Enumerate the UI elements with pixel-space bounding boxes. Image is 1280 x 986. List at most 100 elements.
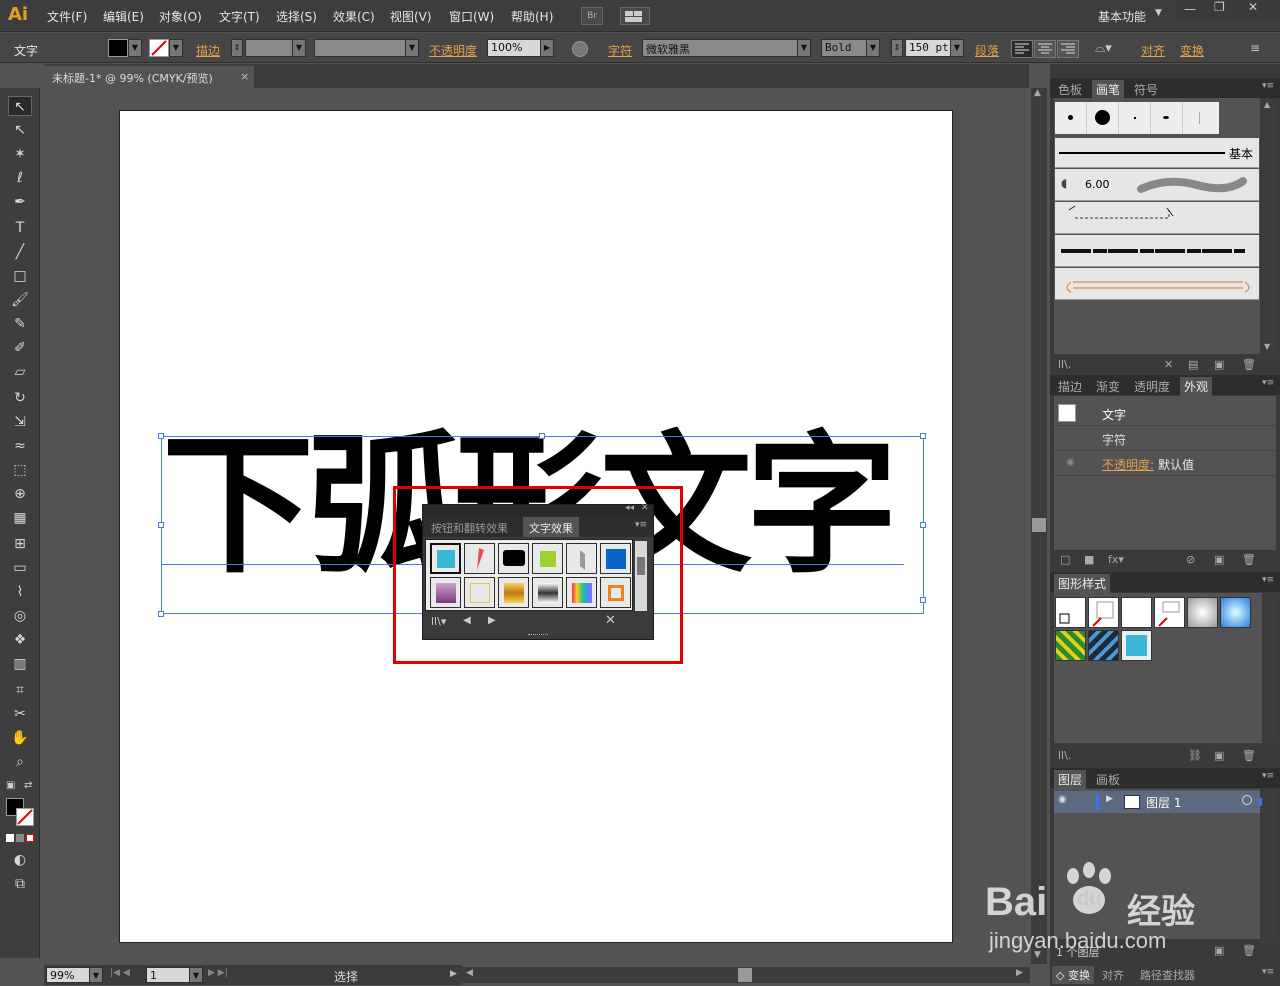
arrange-documents-button[interactable] <box>620 7 650 25</box>
align-right-button[interactable] <box>1057 40 1079 58</box>
scroll-left-icon[interactable]: ◀ <box>466 968 473 978</box>
close-tab-icon[interactable]: × <box>240 70 249 83</box>
resize-handle[interactable] <box>158 611 164 617</box>
color-mode-icon[interactable] <box>6 834 14 842</box>
paintbrush-tool-icon[interactable]: 🖌 <box>8 290 32 310</box>
appearance-character[interactable]: 字符 <box>1102 431 1126 448</box>
fx-icon[interactable]: fx▾ <box>1108 553 1124 566</box>
visibility-eye-icon[interactable]: ◉ <box>1058 794 1067 805</box>
panel-menu-icon[interactable]: ≡ <box>1250 41 1260 55</box>
brush-dot[interactable] <box>1183 102 1215 134</box>
eraser-tool-icon[interactable]: ▱ <box>8 362 32 382</box>
stroke-weight-stepper[interactable]: ⇕ <box>231 39 243 57</box>
brush-library-icon[interactable]: ll\. <box>1058 358 1071 371</box>
line-tool-icon[interactable]: ╱ <box>8 242 32 262</box>
stroke-weight-dropdown[interactable]: ▼ <box>292 39 306 57</box>
tab-align[interactable]: 对齐 <box>1098 966 1128 984</box>
delete-item-icon[interactable]: 🗑 <box>1242 553 1256 566</box>
character-label[interactable]: 字符 <box>608 42 632 59</box>
draw-mode-icon[interactable]: ◐ <box>8 850 32 870</box>
horizontal-scrollbar[interactable]: ◀ ▶ <box>462 967 1030 983</box>
align-panel-label[interactable]: 对齐 <box>1141 42 1165 59</box>
first-artboard-icon[interactable]: |◀ ◀ <box>110 968 130 978</box>
resize-handle[interactable] <box>920 597 926 603</box>
menu-item-4[interactable]: 选择(S) <box>276 8 317 25</box>
style-library-icon[interactable]: ll\. <box>1058 749 1071 762</box>
lasso-tool-icon[interactable]: ℓ <box>8 168 32 188</box>
delete-brush-icon[interactable]: 🗑 <box>1242 358 1256 371</box>
close-button[interactable]: ✕ <box>1248 0 1258 14</box>
swap-colors-icon[interactable]: ⇄ <box>24 780 32 791</box>
symbol-sprayer-tool-icon[interactable]: ❖ <box>8 630 32 650</box>
screen-mode-icon[interactable]: ⧉ <box>8 874 32 894</box>
brush-ornament[interactable] <box>1055 268 1259 300</box>
font-size-dropdown[interactable]: ▼ <box>950 39 964 57</box>
resize-handle[interactable] <box>920 522 926 528</box>
scroll-up-icon[interactable]: ▲ <box>1034 88 1041 98</box>
menu-item-6[interactable]: 视图(V) <box>390 8 432 25</box>
target-icon[interactable] <box>1242 795 1252 805</box>
mesh-tool-icon[interactable]: ⊞ <box>8 534 32 554</box>
profile-dropdown[interactable]: ▼ <box>405 39 419 57</box>
layer-row[interactable]: ◉ ▶ 图层 1 <box>1054 791 1260 813</box>
paragraph-label[interactable]: 段落 <box>975 42 999 59</box>
graphic-style-swatch[interactable] <box>1055 597 1086 628</box>
gradient-tool-icon[interactable]: ▭ <box>8 558 32 578</box>
width-tool-icon[interactable]: ≈ <box>8 436 32 456</box>
panel-menu-icon[interactable]: ▾≡ <box>1262 575 1274 585</box>
document-tab[interactable]: 未标题-1* @ 99% (CMYK/预览) × <box>44 66 254 88</box>
eyedropper-tool-icon[interactable]: ⌇ <box>8 582 32 602</box>
graphic-style-swatch[interactable] <box>1055 630 1086 661</box>
delete-style-icon[interactable]: 🗑 <box>1242 749 1256 762</box>
options-icon[interactable]: ▤ <box>1188 358 1198 371</box>
font-size-field[interactable]: 150 pt <box>905 39 951 57</box>
menu-item-2[interactable]: 对象(O) <box>159 8 202 25</box>
none-mode-icon[interactable] <box>26 834 34 842</box>
brush-dot[interactable] <box>1087 102 1119 134</box>
clear-appearance-icon[interactable]: ⊘ <box>1186 553 1195 566</box>
type-tool-icon[interactable]: T <box>8 218 32 238</box>
graphic-style-swatch[interactable] <box>1088 597 1119 628</box>
slice-tool-icon[interactable]: ✂ <box>8 704 32 724</box>
zoom-field[interactable]: 99% <box>46 967 90 983</box>
minimize-button[interactable]: — <box>1184 2 1196 16</box>
font-family-dropdown[interactable]: ▼ <box>797 39 811 57</box>
graphic-style-swatch[interactable] <box>1154 597 1185 628</box>
expand-layer-icon[interactable]: ▶ <box>1106 794 1113 804</box>
scroll-right-icon[interactable]: ▶ <box>1016 968 1023 978</box>
new-brush-icon[interactable]: ▣ <box>1214 358 1224 371</box>
align-center-button[interactable] <box>1034 40 1056 58</box>
tab-transform[interactable]: ◇ 变换 <box>1052 966 1094 984</box>
shape-builder-tool-icon[interactable]: ⊕ <box>8 484 32 504</box>
fill-swatch[interactable] <box>108 39 128 57</box>
tab-artboards[interactable]: 画板 <box>1092 770 1124 789</box>
fill-dropdown[interactable]: ▼ <box>128 39 142 57</box>
font-style-field[interactable]: Bold <box>821 39 867 57</box>
stroke-label[interactable]: 描边 <box>196 42 220 59</box>
last-artboard-icon[interactable]: ▶ ▶| <box>208 968 228 978</box>
menu-item-0[interactable]: 文件(F) <box>47 8 87 25</box>
brush-charcoal[interactable]: ◖ 6.00 <box>1055 169 1259 201</box>
panel-menu-icon[interactable]: ▾≡ <box>1262 967 1274 977</box>
brush-dot[interactable] <box>1151 102 1183 134</box>
tab-transparency[interactable]: 透明度 <box>1130 377 1174 396</box>
brush-rough[interactable] <box>1055 235 1259 267</box>
selection-tool-icon[interactable]: ↖ <box>8 96 32 116</box>
default-colors-icon[interactable]: ▣ <box>6 780 15 791</box>
stroke-color-box[interactable] <box>16 808 34 826</box>
tab-gradient[interactable]: 渐变 <box>1092 377 1124 396</box>
new-style-icon[interactable]: ▣ <box>1214 749 1224 762</box>
menu-item-3[interactable]: 文字(T) <box>219 8 260 25</box>
panel-menu-icon[interactable]: ▾≡ <box>1262 81 1274 91</box>
status-menu-icon[interactable]: ▶ <box>450 969 457 979</box>
resize-handle[interactable] <box>158 522 164 528</box>
tab-stroke[interactable]: 描边 <box>1054 377 1086 396</box>
perspective-grid-tool-icon[interactable]: ▦ <box>8 508 32 528</box>
graphic-style-swatch[interactable] <box>1187 597 1218 628</box>
resize-handle[interactable] <box>920 433 926 439</box>
add-fill-icon[interactable]: ■ <box>1084 553 1094 566</box>
panel-menu-icon[interactable]: ▾≡ <box>1262 378 1274 388</box>
font-style-dropdown[interactable]: ▼ <box>866 39 880 57</box>
font-family-field[interactable]: 微软雅黑 <box>642 39 798 57</box>
menu-item-8[interactable]: 帮助(H) <box>511 8 553 25</box>
